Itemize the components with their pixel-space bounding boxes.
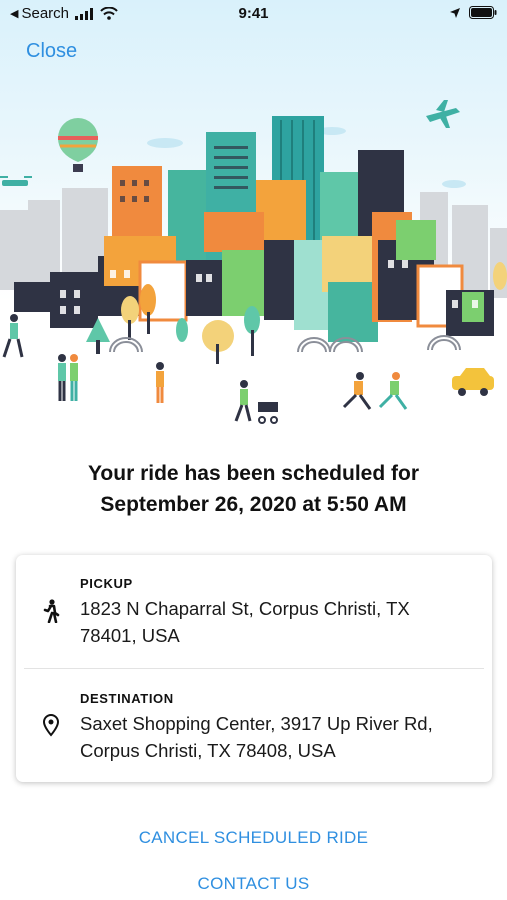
title-line-1: Your ride has been scheduled for bbox=[87, 462, 420, 485]
trip-details-card: PICKUP 1823 N Chaparral St, Corpus Chris… bbox=[16, 555, 492, 782]
location-pin-icon bbox=[42, 713, 60, 737]
destination-row: DESTINATION Saxet Shopping Center, 3917 … bbox=[16, 669, 492, 782]
contact-us-button[interactable]: CONTACT US bbox=[0, 874, 507, 894]
pickup-address-line-1: 1823 N Chaparral St, Corpus Christi, TX bbox=[80, 598, 410, 619]
destination-address-line-1: Saxet Shopping Center, 3917 Up River Rd, bbox=[80, 713, 433, 734]
title-line-2: September 26, 2020 at 5:50 AM bbox=[100, 493, 407, 516]
battery-icon bbox=[469, 6, 497, 19]
pickup-row: PICKUP 1823 N Chaparral St, Corpus Chris… bbox=[16, 555, 492, 667]
destination-address: Saxet Shopping Center, 3917 Up River Rd,… bbox=[80, 710, 478, 764]
drone-icon bbox=[0, 176, 32, 186]
walking-person-icon bbox=[43, 599, 60, 623]
hot-air-balloon-icon bbox=[58, 118, 98, 172]
pickup-label: PICKUP bbox=[80, 576, 133, 591]
status-time: 9:41 bbox=[238, 5, 269, 22]
city-skyline-illustration bbox=[0, 100, 507, 424]
destination-address-line-2: Corpus Christi, TX 78408, USA bbox=[80, 740, 336, 761]
taxi-car-icon bbox=[452, 368, 494, 396]
confirmation-title: Your ride has been scheduled for Septemb… bbox=[0, 458, 507, 520]
status-bar: ◀ Search 9:41 bbox=[0, 0, 507, 28]
stroller-icon bbox=[258, 402, 278, 424]
destination-label: DESTINATION bbox=[80, 691, 174, 706]
close-button[interactable]: Close bbox=[26, 40, 77, 63]
pickup-address: 1823 N Chaparral St, Corpus Christi, TX … bbox=[80, 595, 478, 649]
location-arrow-icon bbox=[450, 7, 460, 18]
airplane-icon bbox=[426, 100, 460, 128]
pickup-address-line-2: 78401, USA bbox=[80, 625, 180, 646]
cancel-scheduled-ride-button[interactable]: CANCEL SCHEDULED RIDE bbox=[0, 828, 507, 848]
city-illustration bbox=[0, 0, 507, 430]
